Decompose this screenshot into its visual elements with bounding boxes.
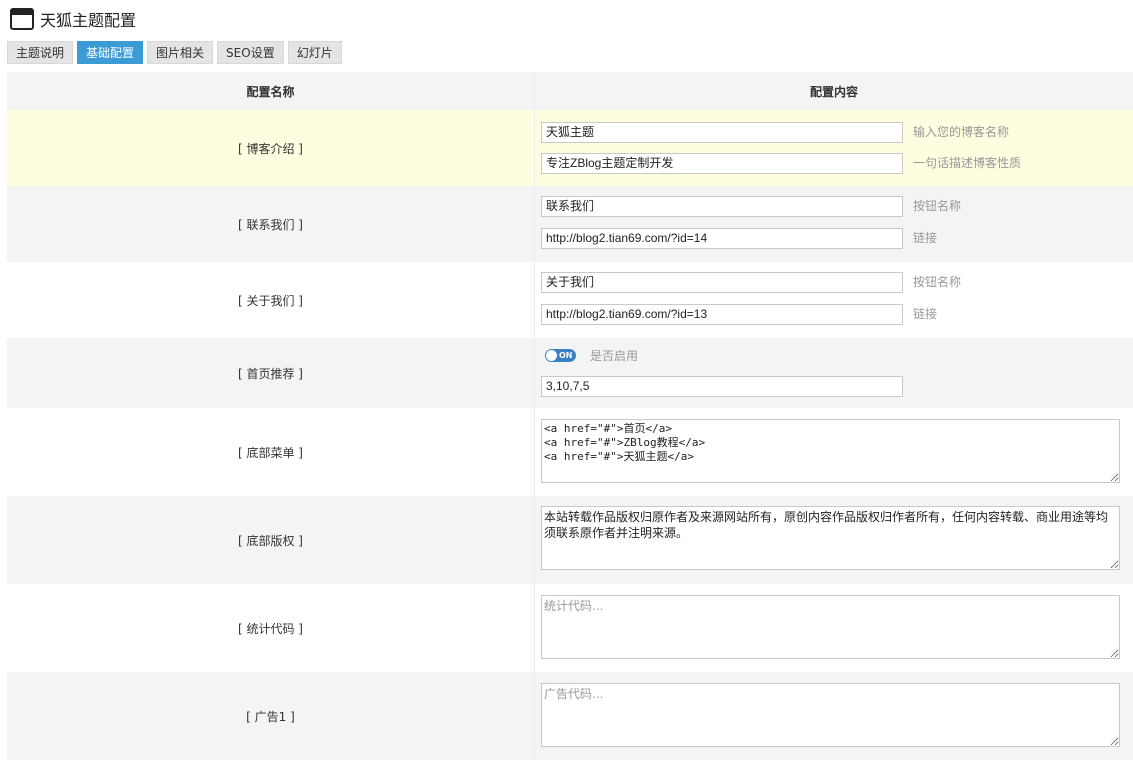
row-label: [ 联系我们 ] — [7, 186, 535, 262]
about-button-name-input[interactable]: 关于我们 — [541, 272, 903, 293]
blog-desc-input[interactable]: 专注ZBlog主题定制开发 — [541, 153, 903, 174]
row-contact: [ 联系我们 ] 联系我们 按钮名称 http://blog2.tian69.c… — [7, 186, 1133, 262]
header-config-name: 配置名称 — [7, 72, 535, 110]
row-label: [ 广告1 ] — [7, 672, 535, 760]
tab-slideshow[interactable]: 幻灯片 — [287, 41, 342, 64]
blog-desc-hint: 一句话描述博客性质 — [913, 156, 1022, 170]
row-label: [ 博客介绍 ] — [7, 110, 535, 186]
recommend-ids-input[interactable]: 3,10,7,5 — [541, 376, 903, 397]
enable-toggle[interactable]: ON — [545, 349, 576, 362]
footer-menu-textarea[interactable]: <a href="#">首页</a> <a href="#">ZBlog教程</… — [541, 419, 1120, 483]
row-blog-intro: [ 博客介绍 ] 天狐主题 输入您的博客名称 专注ZBlog主题定制开发 一句话… — [7, 110, 1133, 186]
about-link-hint: 链接 — [913, 307, 938, 321]
stats-code-textarea[interactable] — [541, 595, 1120, 659]
row-label: [ 底部版权 ] — [7, 496, 535, 584]
window-icon — [10, 8, 34, 30]
contact-link-input[interactable]: http://blog2.tian69.com/?id=14 — [541, 228, 903, 249]
toggle-knob — [546, 350, 557, 361]
blog-name-input[interactable]: 天狐主题 — [541, 122, 903, 143]
tab-theme-intro[interactable]: 主题说明 — [7, 41, 74, 64]
row-footer-menu: [ 底部菜单 ] <a href="#">首页</a> <a href="#">… — [7, 408, 1133, 496]
row-label: [ 首页推荐 ] — [7, 338, 535, 408]
config-table: 配置名称 配置内容 [ 博客介绍 ] 天狐主题 输入您的博客名称 专注ZBlog… — [7, 72, 1133, 760]
tab-images[interactable]: 图片相关 — [147, 41, 214, 64]
toggle-label: 是否启用 — [590, 349, 639, 363]
contact-button-name-input[interactable]: 联系我们 — [541, 196, 903, 217]
row-label: [ 底部菜单 ] — [7, 408, 535, 496]
row-ad1: [ 广告1 ] — [7, 672, 1133, 760]
tab-basic-config[interactable]: 基础配置 — [77, 41, 144, 64]
row-stats-code: [ 统计代码 ] — [7, 584, 1133, 672]
about-link-input[interactable]: http://blog2.tian69.com/?id=13 — [541, 304, 903, 325]
row-label: [ 统计代码 ] — [7, 584, 535, 672]
about-button-hint: 按钮名称 — [913, 275, 962, 289]
tab-bar: 主题说明 基础配置 图片相关 SEO设置 幻灯片 — [7, 41, 342, 64]
tab-seo[interactable]: SEO设置 — [217, 41, 284, 64]
row-about: [ 关于我们 ] 关于我们 按钮名称 http://blog2.tian69.c… — [7, 262, 1133, 338]
table-header-row: 配置名称 配置内容 — [7, 72, 1133, 110]
row-label: [ 关于我们 ] — [7, 262, 535, 338]
row-home-recommend: [ 首页推荐 ] ON 是否启用 3,10,7,5 — [7, 338, 1133, 408]
contact-link-hint: 链接 — [913, 231, 938, 245]
footer-copyright-textarea[interactable]: 本站转载作品版权归原作者及来源网站所有，原创内容作品版权归作者所有，任何内容转载… — [541, 506, 1120, 570]
blog-name-hint: 输入您的博客名称 — [913, 125, 1010, 139]
contact-button-hint: 按钮名称 — [913, 199, 962, 213]
row-footer-copyright: [ 底部版权 ] 本站转载作品版权归原作者及来源网站所有，原创内容作品版权归作者… — [7, 496, 1133, 584]
page-header: 天狐主题配置 — [10, 6, 136, 32]
ad1-textarea[interactable] — [541, 683, 1120, 747]
toggle-state-text: ON — [559, 351, 573, 360]
header-config-content: 配置内容 — [809, 84, 858, 99]
page-title: 天狐主题配置 — [40, 11, 137, 30]
